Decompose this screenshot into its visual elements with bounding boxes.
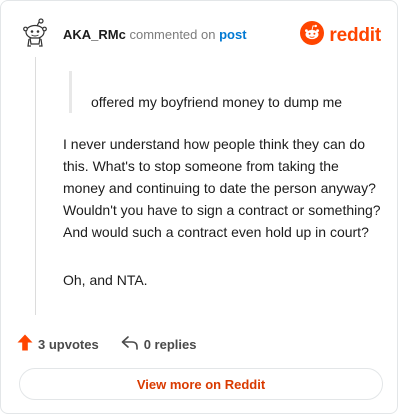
username-link[interactable]: AKA_RMc xyxy=(63,27,126,42)
view-more-button[interactable]: View more on Reddit xyxy=(19,368,383,400)
reddit-wordmark: reddit xyxy=(329,24,381,46)
comment-actions: 3 upvotes 0 replies xyxy=(17,334,218,354)
comment-header: AKA_RMc commented on post xyxy=(63,27,247,42)
upvote-arrow-icon xyxy=(17,334,33,354)
upvote-button[interactable]: 3 upvotes xyxy=(17,334,99,354)
comment-body-paragraph-2: Oh, and NTA. xyxy=(63,272,148,288)
reddit-brand[interactable]: reddit xyxy=(300,21,381,50)
commented-on-text: commented on xyxy=(129,27,216,42)
quote-bar xyxy=(69,71,72,113)
upvote-count: 3 upvotes xyxy=(38,336,99,352)
snoo-avatar-icon[interactable] xyxy=(19,17,51,49)
reply-button[interactable]: 0 replies xyxy=(121,335,197,354)
comment-body-paragraph-1: I never understand how people think they… xyxy=(63,136,381,240)
quoted-text: offered my boyfriend money to dump me xyxy=(91,94,343,110)
reply-count: 0 replies xyxy=(143,336,197,352)
thread-line xyxy=(35,57,36,315)
reply-arrow-icon xyxy=(121,335,139,354)
reddit-logo-icon xyxy=(300,21,325,50)
comment-embed-card: AKA_RMc commented on post reddit offered… xyxy=(0,0,398,414)
post-link[interactable]: post xyxy=(219,27,246,42)
